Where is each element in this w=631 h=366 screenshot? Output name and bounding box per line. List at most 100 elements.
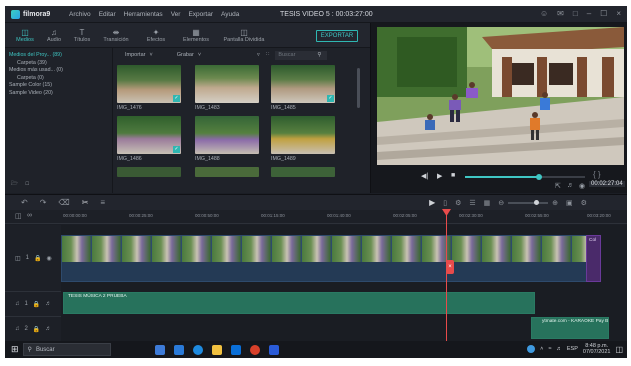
step-back-icon[interactable]: ◀| [421, 172, 428, 180]
play-icon[interactable]: ▶ [437, 172, 442, 180]
adjust-icon[interactable]: ≡ [100, 198, 105, 207]
task-view-icon[interactable] [173, 344, 184, 355]
new-folder-icon[interactable]: 🗁 [11, 181, 18, 189]
word-icon[interactable] [268, 344, 279, 355]
chevron-down-icon[interactable]: ˅ [198, 52, 201, 58]
media-item[interactable]: IMG_1488 [195, 116, 259, 162]
minimize-icon[interactable]: – [587, 9, 591, 18]
stop-icon[interactable]: ■ [451, 172, 455, 179]
folder-carpeta[interactable]: Carpeta (39) [5, 60, 112, 68]
audio-mixer-icon[interactable]: ☰ [469, 199, 475, 207]
folder-most-used[interactable]: Medios más usad... (0) [5, 67, 112, 75]
user-icon[interactable]: ☺ [540, 9, 548, 18]
cut-icon[interactable]: ✂ [82, 198, 89, 207]
filter-icon[interactable]: ▿ [257, 52, 260, 58]
audio-clip-karaoke[interactable]: ytmate.com - KARAOKE Pay B [531, 317, 609, 339]
edge-icon[interactable] [192, 344, 203, 355]
fit-icon[interactable]: ▣ [566, 199, 573, 207]
lock-icon[interactable]: 🔒 [33, 326, 40, 333]
chrome-icon[interactable] [249, 344, 260, 355]
search-icon[interactable]: ⚲ [317, 52, 321, 58]
eye-icon[interactable]: ◉ [47, 255, 52, 262]
undo-icon[interactable]: ↶ [21, 198, 28, 207]
folder-sample-video[interactable]: Sample Video (20) [5, 90, 112, 98]
media-scrollbar[interactable] [357, 68, 360, 108]
windows-start-icon[interactable]: ⊞ [11, 344, 19, 355]
timeline-ruler[interactable]: 00:00:00:00 00:00:25:00 00:00:50:00 00:0… [61, 210, 627, 224]
wifi-icon[interactable]: ≈ [548, 346, 551, 352]
voiceover-icon[interactable]: ▦ [484, 199, 491, 207]
mic-icon[interactable]: ⚙ [455, 199, 461, 207]
grid-view-icon[interactable]: ∷ [266, 52, 270, 58]
link-icon[interactable]: ∞ [27, 212, 32, 219]
media-item[interactable] [117, 167, 181, 177]
speaker-icon[interactable]: ♬ [45, 301, 51, 307]
import-button[interactable]: Importar [125, 52, 145, 58]
playback-scrubber[interactable] [536, 174, 543, 180]
zoom-in-icon[interactable]: ⊕ [552, 199, 558, 207]
marker-icon[interactable]: ▯ [443, 199, 447, 207]
timeline-tracks[interactable]: × Col TESIS MÚSICA 2 PRUEBA ytmate.com -… [61, 225, 627, 341]
app-tray-icon[interactable] [527, 345, 536, 353]
zoom-out-icon[interactable]: ⊖ [498, 199, 504, 207]
volume-icon[interactable]: ♬ [567, 182, 574, 189]
media-item[interactable]: ✓ IMG_1476 [117, 65, 181, 111]
title-clip[interactable]: Col [586, 235, 601, 282]
menu-ayuda[interactable]: Ayuda [221, 11, 239, 18]
add-track-icon[interactable]: ◫ [15, 212, 22, 220]
render-icon[interactable]: ▶ [429, 198, 435, 207]
tab-pantalla-dividida[interactable]: ◫ Pantalla Dividida [217, 23, 271, 48]
speaker-icon[interactable]: ♬ [45, 326, 51, 332]
redo-icon[interactable]: ↷ [40, 198, 47, 207]
tab-medios[interactable]: ◫ Medios [11, 23, 39, 48]
zoom-knob[interactable] [534, 199, 540, 205]
lock-icon[interactable]: 🔒 [34, 255, 41, 262]
close-icon[interactable]: × [616, 9, 621, 18]
language-indicator[interactable]: ESP [567, 346, 578, 352]
clock[interactable]: 8:48 p.m. 07/07/2021 [583, 343, 611, 355]
taskbar-search[interactable]: ⚲ Buscar [22, 343, 111, 356]
settings-icon[interactable]: ⚙ [581, 199, 587, 207]
split-marker-icon[interactable]: × [446, 260, 454, 274]
menu-ver[interactable]: Ver [171, 11, 181, 18]
menu-exportar[interactable]: Exportar [188, 11, 213, 18]
menu-editar[interactable]: Editar [99, 11, 116, 18]
file-explorer-icon[interactable] [211, 344, 222, 355]
notification-icon[interactable]: ✉ [557, 9, 564, 18]
maximize-icon[interactable]: ☐ [600, 9, 607, 18]
menu-herramientas[interactable]: Herramientas [124, 11, 163, 18]
media-item[interactable]: IMG_1483 [195, 65, 259, 111]
media-item[interactable]: ✓ IMG_1486 [117, 116, 181, 162]
snapshot-icon[interactable]: ◉ [579, 182, 585, 190]
menu-archivo[interactable]: Archivo [69, 11, 91, 18]
save-icon[interactable]: □ [573, 9, 578, 18]
fullscreen-icon[interactable]: ⇱ [555, 182, 561, 190]
delete-icon[interactable]: ⌫ [58, 198, 69, 207]
tab-transicion[interactable]: ⇼ Transición [95, 23, 137, 48]
video-clip-strip[interactable]: × [61, 235, 601, 282]
folder-carpeta[interactable]: Carpeta (0) [5, 75, 112, 83]
store-icon[interactable] [230, 344, 241, 355]
bracket-icon[interactable]: { } [593, 170, 601, 179]
volume-icon[interactable]: ♬ [556, 346, 562, 352]
media-item[interactable]: ✓ IMG_1485 [271, 65, 335, 111]
tab-audio[interactable]: ♫ Audio [39, 23, 69, 48]
audio-clip-music[interactable]: TESIS MÚSICA 2 PRUEBA [63, 292, 535, 314]
tab-titulos[interactable]: T Títulos [69, 23, 95, 48]
folder-sample-color[interactable]: Sample Color (15) [5, 82, 112, 90]
playback-progress-track[interactable] [465, 174, 585, 180]
people-icon[interactable] [154, 344, 165, 355]
media-item[interactable] [195, 167, 259, 177]
folder-icon[interactable]: □ [26, 181, 29, 189]
notifications-icon[interactable]: ◫ [615, 345, 623, 354]
zoom-slider[interactable] [508, 199, 549, 205]
record-button[interactable]: Grabar [177, 52, 194, 58]
tab-efectos[interactable]: ✦ Efectos [137, 23, 175, 48]
tab-elementos[interactable]: ▦ Elementos [175, 23, 217, 48]
folder-project-media[interactable]: Medios del Proy... (89) [5, 52, 112, 60]
chevron-down-icon[interactable]: ˅ [149, 52, 152, 58]
lock-icon[interactable]: 🔒 [33, 301, 40, 308]
chevron-up-icon[interactable]: ˄ [540, 346, 543, 352]
export-button[interactable]: EXPORTAR [316, 30, 358, 42]
playhead[interactable] [446, 211, 447, 342]
